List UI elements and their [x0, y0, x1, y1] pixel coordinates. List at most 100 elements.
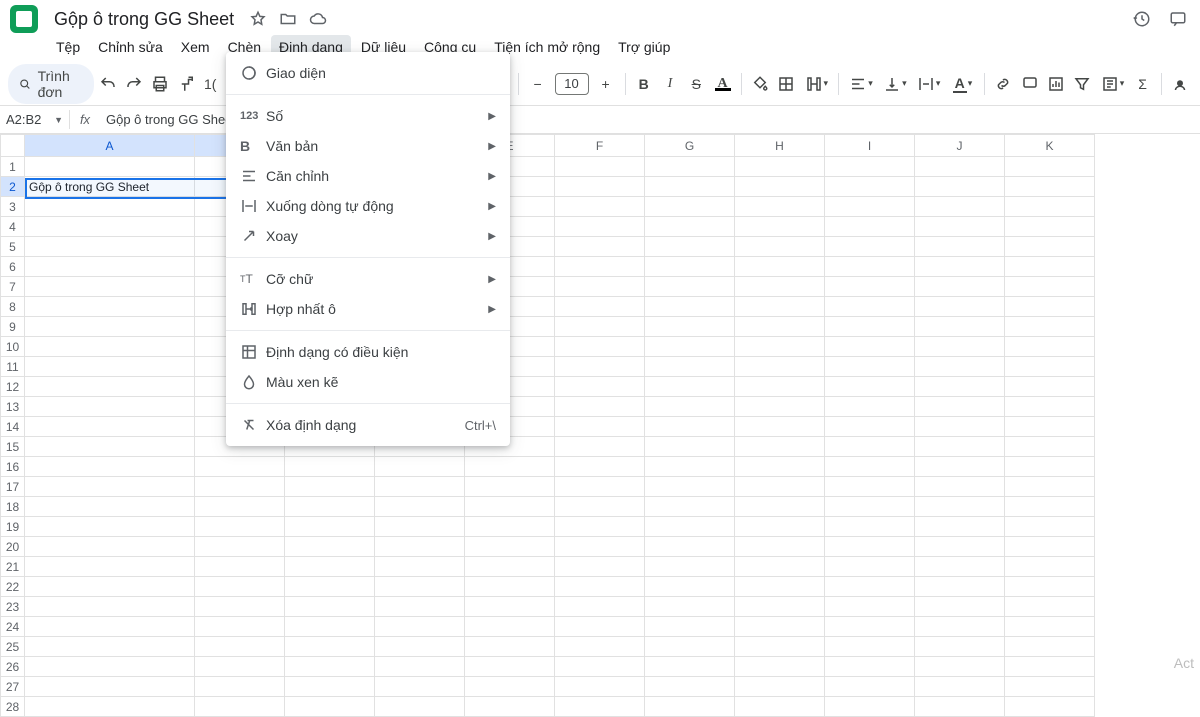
cell-K4[interactable] — [1005, 217, 1095, 237]
cell-A14[interactable] — [25, 417, 195, 437]
col-header-I[interactable]: I — [825, 135, 915, 157]
cell-B22[interactable] — [195, 577, 285, 597]
star-icon[interactable] — [246, 7, 270, 31]
filter-button[interactable] — [1070, 71, 1094, 97]
cell-I19[interactable] — [825, 517, 915, 537]
cell-A5[interactable] — [25, 237, 195, 257]
cell-K12[interactable] — [1005, 377, 1095, 397]
paint-format-button[interactable] — [174, 71, 198, 97]
cell-F19[interactable] — [555, 517, 645, 537]
document-title[interactable]: Gộp ô trong GG Sheet — [48, 7, 240, 32]
cell-J10[interactable] — [915, 337, 1005, 357]
cell-A15[interactable] — [25, 437, 195, 457]
cell-K26[interactable] — [1005, 657, 1095, 677]
cell-G2[interactable] — [645, 177, 735, 197]
cell-K1[interactable] — [1005, 157, 1095, 177]
menu-search[interactable]: Trình đơn — [8, 64, 94, 104]
cell-G21[interactable] — [645, 557, 735, 577]
cell-I5[interactable] — [825, 237, 915, 257]
cell-B16[interactable] — [195, 457, 285, 477]
cell-I16[interactable] — [825, 457, 915, 477]
history-icon[interactable] — [1130, 7, 1154, 31]
cell-A7[interactable] — [25, 277, 195, 297]
cell-C23[interactable] — [285, 597, 375, 617]
cell-F6[interactable] — [555, 257, 645, 277]
menu-item-align[interactable]: Căn chỉnh ▶ — [226, 161, 510, 191]
cell-I17[interactable] — [825, 477, 915, 497]
cell-I15[interactable] — [825, 437, 915, 457]
cell-D25[interactable] — [375, 637, 465, 657]
row-header-26[interactable]: 26 — [1, 657, 25, 677]
cell-F25[interactable] — [555, 637, 645, 657]
cell-J26[interactable] — [915, 657, 1005, 677]
cell-K9[interactable] — [1005, 317, 1095, 337]
zoom-truncated[interactable]: 1( — [201, 71, 220, 97]
cell-C17[interactable] — [285, 477, 375, 497]
cell-K22[interactable] — [1005, 577, 1095, 597]
cell-G7[interactable] — [645, 277, 735, 297]
cell-A27[interactable] — [25, 677, 195, 697]
cell-E16[interactable] — [465, 457, 555, 477]
cell-E18[interactable] — [465, 497, 555, 517]
cell-E22[interactable] — [465, 577, 555, 597]
row-header-5[interactable]: 5 — [1, 237, 25, 257]
cell-D22[interactable] — [375, 577, 465, 597]
cell-C25[interactable] — [285, 637, 375, 657]
cell-C27[interactable] — [285, 677, 375, 697]
row-header-24[interactable]: 24 — [1, 617, 25, 637]
cell-I7[interactable] — [825, 277, 915, 297]
cell-I20[interactable] — [825, 537, 915, 557]
col-header-A[interactable]: A — [25, 135, 195, 157]
cell-H19[interactable] — [735, 517, 825, 537]
functions-button[interactable]: Σ — [1130, 71, 1154, 97]
cell-I1[interactable] — [825, 157, 915, 177]
cell-F4[interactable] — [555, 217, 645, 237]
cell-A18[interactable] — [25, 497, 195, 517]
cell-K13[interactable] — [1005, 397, 1095, 417]
cell-F27[interactable] — [555, 677, 645, 697]
cell-I24[interactable] — [825, 617, 915, 637]
cell-H10[interactable] — [735, 337, 825, 357]
cell-D24[interactable] — [375, 617, 465, 637]
cell-H8[interactable] — [735, 297, 825, 317]
cell-J17[interactable] — [915, 477, 1005, 497]
cell-I4[interactable] — [825, 217, 915, 237]
cell-H12[interactable] — [735, 377, 825, 397]
cell-H14[interactable] — [735, 417, 825, 437]
cell-B19[interactable] — [195, 517, 285, 537]
cell-F14[interactable] — [555, 417, 645, 437]
cell-A6[interactable] — [25, 257, 195, 277]
cell-K18[interactable] — [1005, 497, 1095, 517]
row-header-8[interactable]: 8 — [1, 297, 25, 317]
cell-E17[interactable] — [465, 477, 555, 497]
cell-G18[interactable] — [645, 497, 735, 517]
cell-A2[interactable]: Gộp ô trong GG Sheet — [25, 177, 195, 197]
cell-A25[interactable] — [25, 637, 195, 657]
comment-button[interactable] — [1018, 71, 1042, 97]
cell-B21[interactable] — [195, 557, 285, 577]
cell-F7[interactable] — [555, 277, 645, 297]
cell-D16[interactable] — [375, 457, 465, 477]
cell-J28[interactable] — [915, 697, 1005, 717]
cell-H16[interactable] — [735, 457, 825, 477]
cell-H1[interactable] — [735, 157, 825, 177]
cell-F16[interactable] — [555, 457, 645, 477]
row-header-7[interactable]: 7 — [1, 277, 25, 297]
cell-A9[interactable] — [25, 317, 195, 337]
cell-A12[interactable] — [25, 377, 195, 397]
cell-G8[interactable] — [645, 297, 735, 317]
col-header-H[interactable]: H — [735, 135, 825, 157]
text-color-button[interactable]: A — [710, 71, 734, 97]
cell-K11[interactable] — [1005, 357, 1095, 377]
fontsize-decrease-button[interactable]: − — [525, 71, 551, 97]
cell-I18[interactable] — [825, 497, 915, 517]
cell-C26[interactable] — [285, 657, 375, 677]
cell-K2[interactable] — [1005, 177, 1095, 197]
cell-K8[interactable] — [1005, 297, 1095, 317]
cell-C16[interactable] — [285, 457, 375, 477]
menu-item-fontsize[interactable]: TT Cỡ chữ ▶ — [226, 264, 510, 294]
cell-I23[interactable] — [825, 597, 915, 617]
menu-item-conditional-format[interactable]: Định dạng có điều kiện — [226, 337, 510, 367]
cell-J24[interactable] — [915, 617, 1005, 637]
cell-D17[interactable] — [375, 477, 465, 497]
